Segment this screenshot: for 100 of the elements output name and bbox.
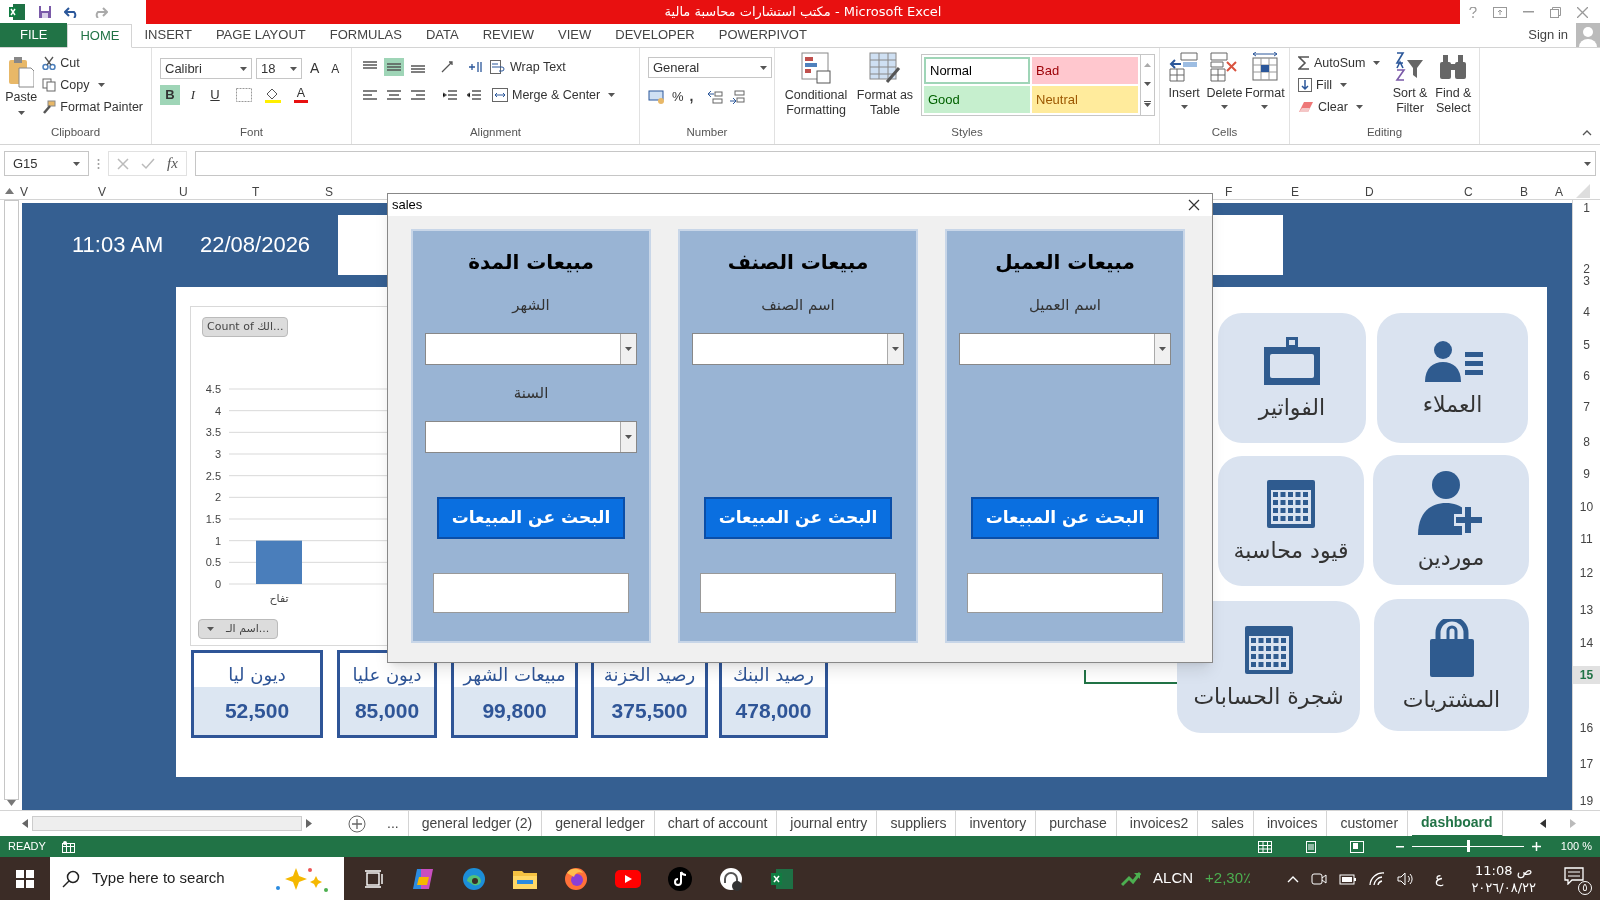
result-field[interactable] [700, 573, 896, 613]
field-button[interactable]: Count of الك... [202, 317, 289, 337]
insert-function-button[interactable]: fx [167, 152, 178, 175]
scroll-up-icon[interactable] [5, 188, 14, 194]
vertical-scrollbar[interactable] [4, 200, 19, 800]
column-header[interactable]: B [1520, 183, 1528, 201]
result-field[interactable] [967, 573, 1163, 613]
ribbon-tab[interactable]: POWERPIVOT [706, 23, 819, 47]
more-styles-icon[interactable] [1144, 101, 1151, 108]
sign-in-link[interactable]: Sign in [1528, 25, 1568, 45]
result-field[interactable] [433, 573, 629, 613]
formula-input[interactable] [194, 151, 1596, 176]
normal-view-icon[interactable] [1257, 840, 1272, 853]
column-header[interactable]: V [20, 183, 28, 201]
row-header[interactable]: 12 [1573, 564, 1600, 582]
font-color-button[interactable]: A [294, 86, 308, 104]
sort-filter-button[interactable]: Sort & Filter [1388, 52, 1432, 122]
cell-style-option[interactable]: Normal [924, 57, 1030, 84]
folder-icon[interactable] [513, 868, 537, 889]
underline-button[interactable]: U [206, 85, 224, 105]
cell-style-option[interactable]: Neutral [1032, 86, 1138, 113]
clear-button[interactable]: Clear [1294, 96, 1385, 118]
ribbon-tab[interactable]: FORMULAS [317, 23, 414, 47]
grow-font-button[interactable]: A [306, 58, 324, 79]
row-header[interactable]: 3 [1573, 272, 1600, 290]
font-name-field[interactable]: Calibri [160, 58, 252, 79]
scroll-left-icon[interactable] [22, 819, 28, 828]
ribbon-tab[interactable]: DEVELOPER [603, 23, 707, 47]
scroll-right-icon[interactable] [306, 819, 312, 828]
taskbar-clock[interactable]: 11:08 ص ٢٠٢٦/٠٨/٢٢ [1471, 861, 1536, 896]
fill-color-icon[interactable] [264, 87, 282, 103]
combo-box[interactable] [425, 333, 637, 365]
row-header[interactable]: 11 [1573, 530, 1600, 548]
row-header[interactable]: 6 [1573, 367, 1600, 385]
cells-command-button[interactable]: Insert [1164, 52, 1205, 122]
column-header[interactable]: A [1555, 183, 1563, 201]
row-header[interactable]: 9 [1573, 465, 1600, 483]
combo-box[interactable] [692, 333, 904, 365]
column-header[interactable]: U [179, 183, 188, 201]
previous-sheet-icon[interactable] [1540, 819, 1546, 828]
stock-ticker[interactable]: ALCN [1153, 867, 1194, 890]
restore-icon[interactable] [1550, 6, 1561, 18]
row-header[interactable]: 16 [1573, 719, 1600, 737]
search-sales-button[interactable]: البحث عن المبيعات [437, 497, 625, 539]
column-header[interactable]: T [252, 183, 260, 201]
wifi-icon[interactable] [1369, 871, 1385, 886]
file-tab[interactable]: FILE [0, 23, 68, 47]
column-header[interactable]: E [1291, 183, 1299, 201]
fill-button[interactable]: Fill [1294, 74, 1385, 96]
ribbon-tab[interactable]: PAGE LAYOUT [203, 23, 318, 47]
wrap-text-button[interactable]: Wrap Text [486, 56, 570, 78]
add-sheet-icon[interactable] [348, 814, 366, 833]
zoom-in-icon[interactable] [1531, 842, 1541, 851]
text-direction-icon[interactable] [468, 61, 482, 73]
cells-command-button[interactable]: Format [1244, 52, 1285, 122]
orientation-icon[interactable] [440, 61, 456, 73]
currency-icon[interactable] [648, 89, 666, 104]
combo-box[interactable] [959, 333, 1171, 365]
ribbon-tab[interactable]: DATA [413, 23, 471, 47]
comma-button[interactable]: , [689, 86, 694, 107]
ribbon-display-icon[interactable] [1493, 6, 1507, 18]
italic-button[interactable]: I [184, 85, 202, 105]
font-size-field[interactable]: 18 [256, 58, 302, 79]
ribbon-tab[interactable]: VIEW [546, 23, 604, 47]
menu-tile[interactable]: موردين [1373, 455, 1529, 585]
autosum-button[interactable]: AutoSum [1294, 52, 1385, 74]
search-sales-button[interactable]: البحث عن المبيعات [704, 497, 892, 539]
cell-style-option[interactable]: Bad [1032, 57, 1138, 84]
ribbon-tab[interactable]: INSERT [132, 23, 204, 47]
zoom-slider-thumb[interactable] [1466, 840, 1470, 852]
music-note-icon[interactable] [668, 866, 692, 891]
cells-command-button[interactable]: Delete [1204, 52, 1245, 122]
collapse-ribbon-icon[interactable] [1582, 130, 1592, 136]
copy-button[interactable]: Copy [38, 74, 147, 96]
row-header[interactable]: 19 [1573, 792, 1600, 810]
decrease-decimal-icon[interactable] [729, 89, 746, 104]
name-box[interactable]: G15 [4, 151, 89, 176]
format-as-table-button[interactable]: Format as Table [853, 52, 917, 122]
windows-start-icon[interactable] [16, 869, 34, 888]
zoom-level-text[interactable]: 100 % [1560, 838, 1592, 855]
task-view-icon[interactable] [364, 869, 384, 888]
row-header[interactable]: 7 [1573, 398, 1600, 416]
percent-button[interactable]: % [672, 86, 684, 107]
page-layout-icon[interactable] [1303, 840, 1318, 853]
page-break-icon[interactable] [1349, 840, 1364, 853]
scroll-down-icon[interactable] [1144, 82, 1151, 86]
row-header[interactable]: 4 [1573, 303, 1600, 321]
ribbon-tab[interactable]: REVIEW [470, 23, 546, 47]
camera-icon[interactable] [1311, 871, 1327, 886]
shrink-font-button[interactable]: A [327, 59, 344, 78]
increase-decimal-icon[interactable] [707, 89, 724, 104]
save-icon[interactable] [38, 5, 52, 19]
paste-button[interactable]: Paste [4, 52, 39, 122]
row-header[interactable]: 10 [1573, 498, 1600, 516]
taskbar-search-field[interactable]: Type here to search [50, 857, 344, 900]
row-header[interactable]: 1 [1573, 199, 1600, 217]
menu-tile[interactable]: قيود محاسبة [1218, 456, 1364, 586]
horizontal-scrollbar[interactable] [32, 816, 302, 831]
row-header[interactable]: 15 [1573, 666, 1600, 684]
zoom-out-icon[interactable] [1395, 845, 1404, 848]
